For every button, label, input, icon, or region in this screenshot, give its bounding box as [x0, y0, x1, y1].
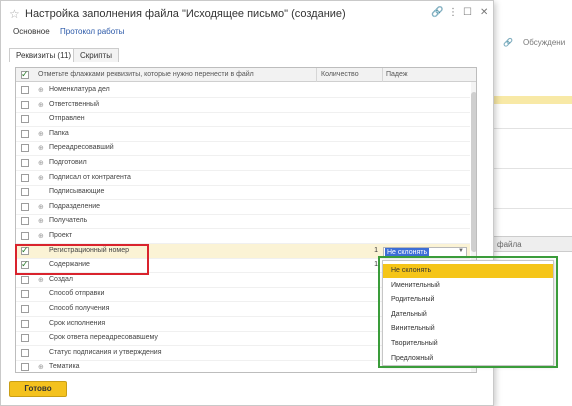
expand-icon[interactable]: ⊕: [38, 217, 44, 225]
table-row[interactable]: ⊕ Номенклатура дел: [16, 83, 470, 98]
row-name: Способ отправки: [49, 290, 105, 298]
row-name: Получатель: [49, 217, 88, 225]
row-checkbox[interactable]: [21, 115, 29, 124]
row-name: Ответственный: [49, 100, 99, 108]
link-icon[interactable]: 🔗: [503, 38, 513, 47]
row-checkbox[interactable]: [21, 363, 29, 372]
table-row[interactable]: ⊕ Подписал от контрагента: [16, 171, 470, 186]
table-row[interactable]: ⊕ Подготовил: [16, 156, 470, 171]
divider: [493, 208, 572, 209]
row-name: Номенклатура дел: [49, 86, 110, 93]
row-name: Срок исполнения: [49, 319, 106, 327]
row-name: Подготовил: [49, 159, 87, 166]
row-checkbox[interactable]: [21, 319, 29, 328]
row-checkbox[interactable]: [21, 129, 29, 138]
row-name: Проект: [49, 232, 73, 239]
expand-icon[interactable]: ⊕: [38, 232, 44, 240]
nav-main[interactable]: Основное: [13, 27, 50, 36]
table-row[interactable]: Отправлен: [16, 112, 470, 128]
row-checkbox[interactable]: [21, 232, 29, 240]
row-name: Переадресовавший: [49, 144, 114, 152]
dialog-title: Настройка заполнения файла "Исходящее пи…: [25, 8, 346, 20]
row-name: Папка: [49, 129, 69, 137]
expand-icon[interactable]: ⊕: [38, 174, 44, 182]
row-name: Подписывающие: [49, 188, 105, 196]
highlight-frame-green: [378, 256, 558, 368]
row-name: Срок ответа переадресовавшему: [49, 334, 158, 342]
row-checkbox[interactable]: [21, 86, 29, 94]
column-separator: [316, 68, 317, 82]
row-quantity[interactable]: 1: [354, 261, 378, 268]
tab-requisites[interactable]: Реквизиты (11): [9, 48, 79, 62]
more-menu-icon[interactable]: ⋮: [448, 7, 458, 18]
table-header: Отметьте флажками реквизиты, которые нуж…: [16, 68, 476, 82]
table-row[interactable]: Подписывающие: [16, 185, 470, 201]
scrollbar-thumb[interactable]: [471, 92, 476, 252]
column-header-quantity: Количество: [321, 71, 359, 78]
favorite-star-icon[interactable]: ☆: [9, 7, 20, 21]
row-checkbox[interactable]: [21, 305, 29, 313]
discussion-tab-label[interactable]: Обсуждени: [523, 38, 565, 47]
expand-icon[interactable]: ⊕: [38, 159, 44, 167]
chevron-down-icon[interactable]: ▼: [458, 248, 464, 254]
expand-icon[interactable]: ⊕: [38, 144, 44, 152]
row-checkbox[interactable]: [21, 334, 29, 343]
table-row[interactable]: ⊕ Ответственный: [16, 98, 470, 113]
row-name: Подразделение: [49, 202, 101, 210]
background-column-header: файла: [493, 236, 572, 252]
link-icon[interactable]: 🔗: [431, 7, 443, 18]
table-row[interactable]: ⊕ Переадресовавший: [16, 141, 470, 157]
row-checkbox[interactable]: [21, 159, 29, 167]
tab-scripts[interactable]: Скрипты: [73, 48, 119, 62]
row-name: Статус подписания и утверждения: [49, 348, 162, 356]
row-checkbox[interactable]: [21, 173, 29, 182]
column-header-name: Отметьте флажками реквизиты, которые нуж…: [38, 71, 254, 78]
column-separator: [382, 68, 383, 82]
select-all-checkbox[interactable]: [21, 69, 29, 80]
dialog-title-bar: ☆ Настройка заполнения файла "Исходящее …: [1, 1, 493, 27]
row-quantity[interactable]: 1: [354, 247, 378, 254]
expand-icon[interactable]: ⊕: [38, 276, 44, 284]
expand-icon[interactable]: ⊕: [38, 203, 44, 211]
close-icon[interactable]: ✕: [480, 7, 488, 18]
row-name: Подписал от контрагента: [49, 173, 131, 181]
maximize-icon[interactable]: ☐: [463, 7, 472, 18]
row-name: Отправлен: [49, 115, 85, 123]
expand-icon[interactable]: ⊕: [38, 363, 44, 371]
expand-icon[interactable]: ⊕: [38, 86, 44, 94]
row-checkbox[interactable]: [21, 275, 29, 284]
row-name: Создал: [49, 275, 73, 283]
background-highlight-row: [493, 96, 572, 104]
divider: [493, 168, 572, 169]
table-row[interactable]: ⊕ Получатель: [16, 214, 470, 230]
ok-button[interactable]: Готово: [9, 381, 67, 397]
row-checkbox[interactable]: [21, 290, 29, 299]
row-name: Способ получения: [49, 305, 110, 312]
expand-icon[interactable]: ⊕: [38, 101, 44, 109]
divider: [493, 128, 572, 129]
table-row[interactable]: ⊕ Папка: [16, 127, 470, 142]
row-name: Тематика: [49, 363, 80, 371]
row-checkbox[interactable]: [21, 144, 29, 153]
nav-protocol[interactable]: Протокол работы: [60, 27, 124, 36]
table-row[interactable]: ⊕ Проект: [16, 229, 470, 244]
column-header-case: Падеж: [386, 71, 408, 78]
table-row[interactable]: ⊕ Подразделение: [16, 200, 470, 215]
highlight-frame-red: [15, 244, 149, 275]
row-checkbox[interactable]: [21, 188, 29, 197]
expand-icon[interactable]: ⊕: [38, 130, 44, 138]
row-checkbox[interactable]: [21, 217, 29, 226]
background-column-header-label: файла: [497, 240, 522, 249]
row-checkbox[interactable]: [21, 348, 29, 357]
row-checkbox[interactable]: [21, 100, 29, 109]
row-checkbox[interactable]: [21, 202, 29, 211]
